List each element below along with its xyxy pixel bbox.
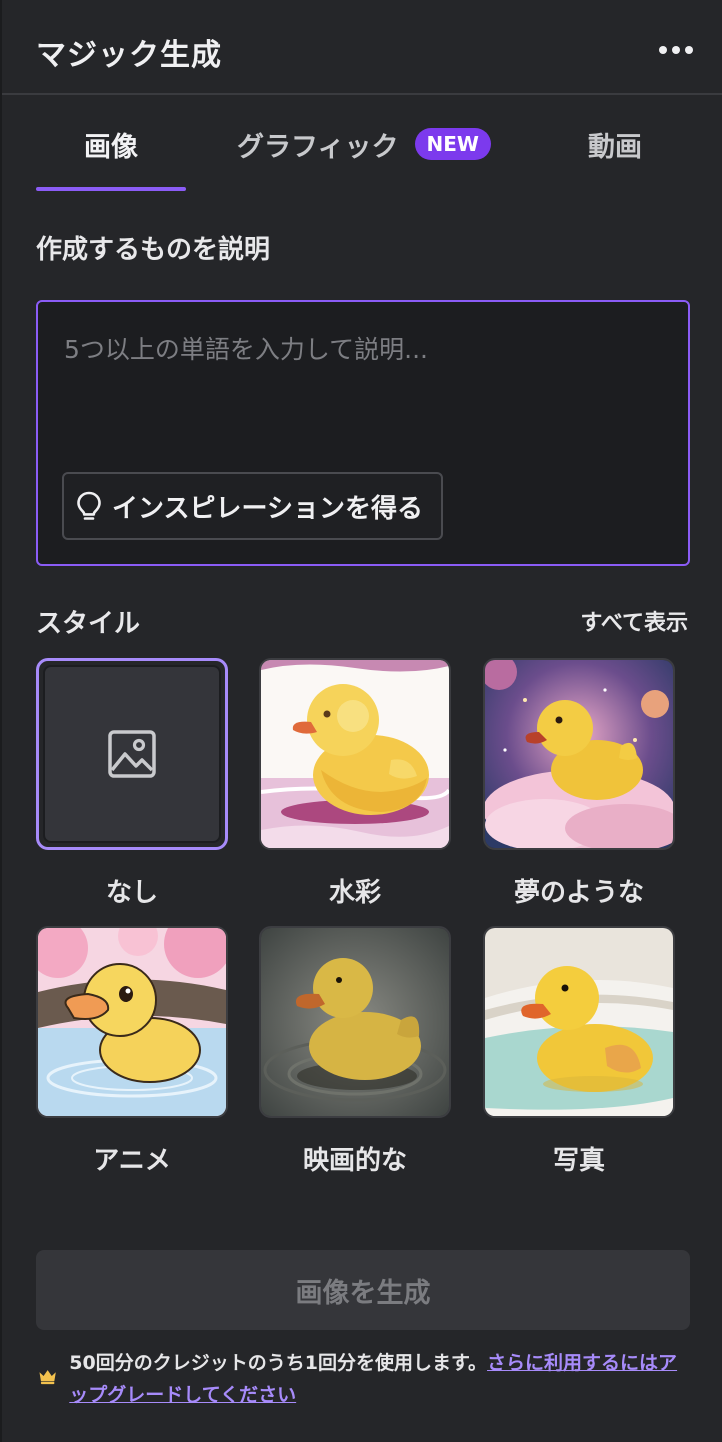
style-section-label: スタイル: [36, 609, 141, 639]
image-icon: [108, 730, 156, 778]
magic-generate-panel: マジック生成 画像 グラフィック NEW 動画 作成するものを説明 インスピレー…: [0, 0, 722, 1442]
style-thumbnail-watercolor: [259, 658, 451, 850]
tab-bar: 画像 グラフィック NEW 動画: [2, 95, 722, 193]
anime-duck-image: [38, 928, 226, 1116]
style-option-watercolor[interactable]: 水彩: [259, 658, 451, 909]
new-badge: NEW: [414, 128, 491, 160]
tab-image[interactable]: 画像: [36, 95, 186, 193]
prompt-section-label: 作成するものを説明: [36, 235, 271, 265]
style-thumbnail-photo: [483, 926, 675, 1118]
style-thumbnail-cinematic: [259, 926, 451, 1118]
prompt-box: インスピレーションを得る: [36, 300, 690, 566]
tab-graphic[interactable]: グラフィック NEW: [214, 95, 514, 193]
photo-duck-image: [485, 928, 673, 1116]
dreamy-duck-image: [485, 660, 673, 848]
active-tab-indicator: [36, 187, 186, 191]
style-option-none[interactable]: なし: [36, 658, 228, 909]
style-option-photo[interactable]: 写真: [483, 926, 675, 1177]
show-all-styles-link[interactable]: すべて表示: [580, 605, 688, 637]
style-thumbnail-dreamy: [483, 658, 675, 850]
get-inspiration-button[interactable]: インスピレーションを得る: [62, 472, 443, 540]
tab-image-label: 画像: [84, 131, 138, 163]
style-thumbnail: [36, 658, 228, 850]
style-option-anime[interactable]: アニメ: [36, 926, 228, 1177]
more-options-button[interactable]: [654, 33, 698, 67]
cinematic-duck-image: [261, 928, 449, 1116]
watercolor-duck-image: [261, 660, 449, 848]
lightbulb-icon: [77, 491, 101, 520]
credit-note: 50回分のクレジットのうち1回分を使用します。さらに利用するにはアップグレードし…: [38, 1347, 688, 1411]
style-option-label: アニメ: [93, 1146, 171, 1176]
more-horizontal-icon: [659, 46, 667, 54]
get-inspiration-label: インスピレーションを得る: [112, 493, 423, 524]
prompt-input[interactable]: [62, 328, 666, 452]
tab-graphic-label: グラフィック: [237, 131, 399, 163]
style-option-label: なし: [105, 878, 158, 908]
style-thumbnail-anime: [36, 926, 228, 1118]
panel-header: マジック生成: [2, 0, 722, 95]
crown-icon: [39, 1370, 56, 1385]
generate-image-button[interactable]: 画像を生成: [36, 1250, 690, 1330]
style-option-label: 写真: [552, 1146, 605, 1176]
credit-usage-text: 50回分のクレジットのうち1回分を使用します。: [69, 1352, 488, 1374]
style-option-cinematic[interactable]: 映画的な: [259, 926, 451, 1177]
style-option-dreamy[interactable]: 夢のような: [483, 658, 675, 909]
style-option-label: 映画的な: [302, 1146, 407, 1176]
style-option-label: 夢のような: [513, 878, 644, 908]
tab-video[interactable]: 動画: [542, 95, 688, 193]
style-option-label: 水彩: [328, 878, 381, 908]
tab-video-label: 動画: [588, 131, 642, 163]
credit-text: 50回分のクレジットのうち1回分を使用します。さらに利用するにはアップグレードし…: [69, 1347, 688, 1411]
panel-title: マジック生成: [36, 38, 222, 73]
